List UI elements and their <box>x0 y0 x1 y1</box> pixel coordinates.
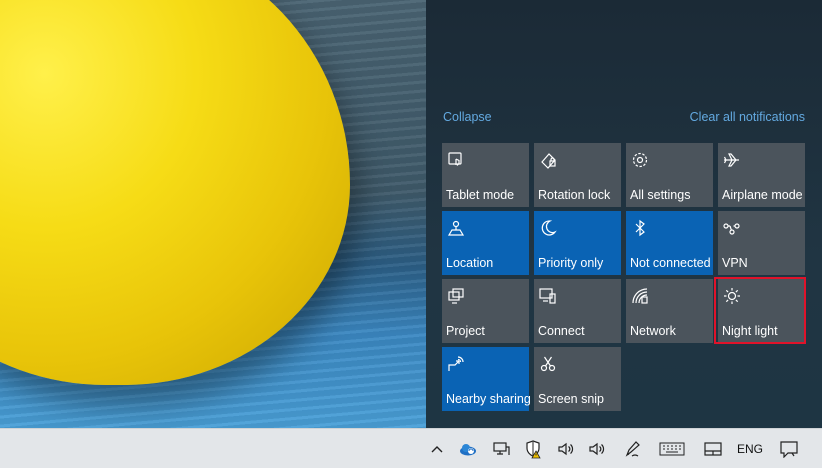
tile-label: Connect <box>538 324 585 338</box>
tile-screen-snip[interactable]: Screen snip <box>534 347 621 411</box>
rotation-lock-icon <box>538 150 558 170</box>
clear-all-notifications-link[interactable]: Clear all notifications <box>690 110 805 124</box>
tile-tablet-mode[interactable]: Tablet mode <box>442 143 529 207</box>
tile-airplane-mode[interactable]: Airplane mode <box>718 143 805 207</box>
collapse-link[interactable]: Collapse <box>443 110 492 124</box>
volume-icon[interactable] <box>556 429 578 468</box>
language-indicator[interactable]: ENG <box>734 429 766 468</box>
tile-label: Airplane mode <box>722 188 803 202</box>
tile-network[interactable]: Network <box>626 279 713 343</box>
tile-label: Screen snip <box>538 392 605 406</box>
screen-snip-icon <box>538 354 558 374</box>
keyboard-icon[interactable] <box>657 429 687 468</box>
pen-icon[interactable] <box>622 429 644 468</box>
notification-icon[interactable] <box>776 429 802 468</box>
onedrive-icon[interactable] <box>457 429 479 468</box>
connect-icon <box>538 286 558 306</box>
tile-label: Rotation lock <box>538 188 611 202</box>
taskbar: ENG <box>0 428 822 468</box>
tile-label: VPN <box>722 256 748 270</box>
tile-label: Night light <box>722 324 778 338</box>
tile-rotation-lock[interactable]: Rotation lock <box>534 143 621 207</box>
tile-night-light[interactable]: Night light <box>718 279 805 343</box>
tile-label: Project <box>446 324 485 338</box>
tile-priority-only[interactable]: Priority only <box>534 211 621 275</box>
moon-icon <box>538 218 558 238</box>
nearby-sharing-icon <box>446 354 466 374</box>
tile-location[interactable]: Location <box>442 211 529 275</box>
tile-bluetooth[interactable]: Not connected <box>626 211 713 275</box>
airplane-icon <box>722 150 742 170</box>
tile-label: Network <box>630 324 676 338</box>
tile-label: Not connected <box>630 256 711 270</box>
chevron-up-icon[interactable] <box>428 429 446 468</box>
tile-nearby-sharing[interactable]: Nearby sharing <box>442 347 531 411</box>
tablet-mode-icon <box>446 150 466 170</box>
tile-connect[interactable]: Connect <box>534 279 621 343</box>
gear-icon <box>630 150 650 170</box>
touchpad-icon[interactable] <box>702 429 724 468</box>
network-icon <box>630 286 650 306</box>
project-icon <box>446 286 466 306</box>
sun-icon <box>722 286 742 306</box>
tile-label: Priority only <box>538 256 604 270</box>
desktop-wallpaper <box>0 0 426 428</box>
tile-all-settings[interactable]: All settings <box>626 143 713 207</box>
tile-project[interactable]: Project <box>442 279 529 343</box>
tile-label: Nearby sharing <box>446 392 531 406</box>
tile-vpn[interactable]: VPN <box>718 211 805 275</box>
location-icon <box>446 218 466 238</box>
tile-label: Location <box>446 256 494 270</box>
speaker-icon[interactable] <box>587 429 609 468</box>
tile-label: All settings <box>630 188 691 202</box>
network-status-icon[interactable] <box>490 429 512 468</box>
defender-warning-icon[interactable] <box>523 429 545 468</box>
bluetooth-icon <box>630 218 650 238</box>
vpn-icon <box>722 218 742 238</box>
tile-label: Tablet mode <box>446 188 515 202</box>
